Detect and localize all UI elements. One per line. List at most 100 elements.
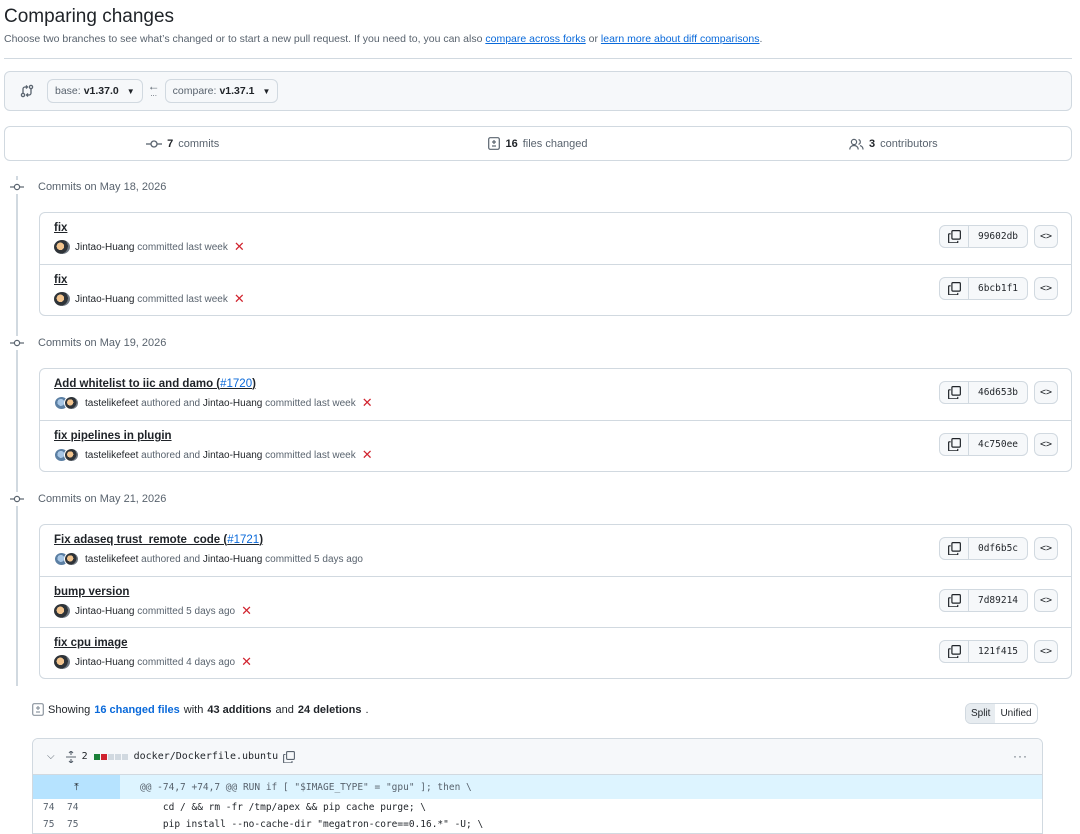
more-options-icon[interactable]: ··· [1013,749,1028,763]
commit-sha-link[interactable]: 0df6b5c [969,538,1027,559]
browse-repo-icon[interactable]: <> [1034,381,1058,404]
avatar-stack[interactable] [54,448,80,462]
commit-message-link[interactable]: fix [54,274,67,286]
commit-sha-link[interactable]: 46d653b [969,382,1027,403]
status-failed-icon[interactable]: ✕ [241,604,252,617]
author-link[interactable]: Jintao-Huang [75,242,134,253]
browse-repo-icon[interactable]: <> [1034,433,1058,456]
committer-link[interactable]: Jintao-Huang [203,450,262,461]
authored-text: authored and [141,449,201,461]
committer-link[interactable]: Jintao-Huang [203,398,262,409]
commits-label: commits [178,137,220,150]
status-failed-icon[interactable]: ✕ [362,396,373,409]
commit-time: committed last week [265,449,356,461]
commit-message-link[interactable]: Add whitelist to iic and damo (#1720) [54,378,256,390]
commit-sha-link[interactable]: 6bcb1f1 [969,278,1027,299]
copy-sha-button[interactable] [940,434,969,455]
author-link[interactable]: tastelikefeet [85,450,138,461]
copy-icon [947,282,961,295]
pr-link[interactable]: #1721 [227,534,259,546]
old-line-number[interactable]: 75 [33,819,67,830]
files-count: 16 [505,137,518,150]
status-failed-icon[interactable]: ✕ [234,240,245,253]
avatar[interactable] [54,240,70,254]
file-path[interactable]: docker/Dockerfile.ubuntu [134,751,279,762]
commit-message-link[interactable]: bump version [54,586,129,598]
committer-link[interactable]: Jintao-Huang [203,554,262,565]
avatar-stack[interactable] [54,396,80,410]
commit-row: bump version Jintao-Huang committed 5 day… [40,576,1071,627]
commit-group: fix Jintao-Huang committed last week ✕ 9960… [39,212,1072,316]
contributors-label: contributors [880,137,938,150]
browse-repo-icon[interactable]: <> [1034,640,1058,663]
code-line: cd / && rm -fr /tmp/apex && pip cache pu… [140,802,426,813]
changed-files-link[interactable]: 16 changed files [94,704,180,716]
avatar[interactable] [54,292,70,306]
commit-sha-link[interactable]: 4c750ee [969,434,1027,455]
commit-sha-link[interactable]: 121f415 [969,641,1027,662]
diff-view-toggle: Split Unified [965,703,1038,724]
status-failed-icon[interactable]: ✕ [234,292,245,305]
expand-up-icon[interactable]: ⤒ [33,775,120,799]
commit-group-header: Commits on May 19, 2026 [10,336,167,350]
commits-tab[interactable]: 7 commits [5,138,360,150]
compare-branch-select[interactable]: compare: v1.37.1 ▼ [164,79,279,103]
author-link[interactable]: tastelikefeet [85,554,138,565]
commit-group: Add whitelist to iic and damo (#1720) tas… [39,368,1072,472]
avatar[interactable] [54,604,70,618]
status-failed-icon[interactable]: ✕ [362,448,373,461]
commit-meta: Jintao-Huang committed 5 days ago ✕ [54,604,252,618]
browse-repo-icon[interactable]: <> [1034,537,1058,560]
contributors-tab[interactable]: 3 contributors [716,138,1071,150]
commit-row: fix cpu image Jintao-Huang committed 4 da… [40,627,1071,678]
copy-icon[interactable] [283,750,296,763]
new-line-number[interactable]: 75 [67,819,120,830]
copy-sha-button[interactable] [940,382,969,403]
commit-sha-link[interactable]: 7d89214 [969,590,1027,611]
commit-message-link[interactable]: fix pipelines in plugin [54,430,172,442]
copy-sha-button[interactable] [940,590,969,611]
new-line-number[interactable]: 74 [67,802,120,813]
caret-down-icon: ▼ [262,86,271,96]
commit-time: committed last week [137,293,228,305]
avatar-stack[interactable] [54,552,80,566]
browse-repo-icon[interactable]: <> [1034,225,1058,248]
copy-sha-button[interactable] [940,226,969,247]
commit-message-link[interactable]: fix [54,222,67,234]
unfold-icon[interactable] [65,750,77,763]
compare-header: Comparing changes Choose two branches to… [4,6,1072,45]
compare-forks-link[interactable]: compare across forks [485,33,585,45]
commit-message: fix cpu image [54,637,128,649]
avatar [64,448,79,462]
commit-message: fix [54,274,68,286]
author-link[interactable]: Jintao-Huang [75,657,134,668]
diffstat-neutral [121,753,128,760]
learn-more-link[interactable]: learn more about diff comparisons [601,33,760,45]
commit-group-date: Commits on May 19, 2026 [38,337,167,349]
old-line-number[interactable]: 74 [33,802,67,813]
commit-message-link[interactable]: fix cpu image [54,637,128,649]
author-link[interactable]: Jintao-Huang [75,606,134,617]
copy-sha-button[interactable] [940,538,969,559]
avatar[interactable] [54,655,70,669]
unified-view-button[interactable]: Unified [995,704,1036,723]
commit-sha-link[interactable]: 99602db [969,226,1027,247]
copy-icon [947,386,961,399]
browse-repo-icon[interactable]: <> [1034,589,1058,612]
author-link[interactable]: Jintao-Huang [75,294,134,305]
status-failed-icon[interactable]: ✕ [241,655,252,668]
commit-message-end: ) [252,378,256,390]
commit-actions: 121f415 <> [939,640,1058,663]
chevron-down-icon[interactable]: ⌵ [47,751,55,762]
base-branch-select[interactable]: base: v1.37.0 ▼ [47,79,143,103]
browse-repo-icon[interactable]: <> [1034,277,1058,300]
commit-group-date: Commits on May 21, 2026 [38,493,167,505]
author-link[interactable]: tastelikefeet [85,398,138,409]
copy-sha-button[interactable] [940,641,969,662]
split-view-button[interactable]: Split [966,704,996,723]
commit-message-link[interactable]: Fix adaseq trust_remote_code (#1721) [54,534,263,546]
copy-sha-button[interactable] [940,278,969,299]
files-changed-tab[interactable]: 16 files changed [360,137,715,150]
contributors-count: 3 [869,137,876,150]
pr-link[interactable]: #1720 [220,378,252,390]
